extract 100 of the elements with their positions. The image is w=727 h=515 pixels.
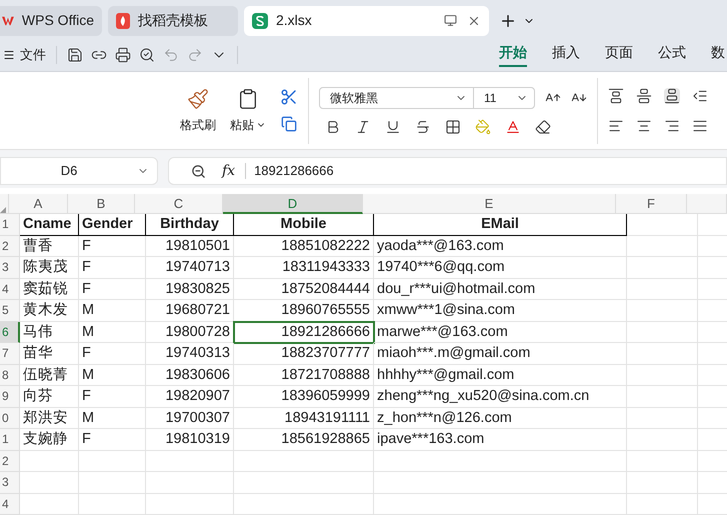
table-cell: M	[79, 300, 146, 322]
table-cell	[627, 300, 698, 322]
align-top-icon[interactable]	[608, 88, 624, 104]
row-header[interactable]: 2	[0, 450, 20, 472]
column-header[interactable]: B	[68, 194, 135, 214]
ribbon-tab[interactable]: 页面	[605, 42, 633, 67]
row-header[interactable]: 3	[0, 472, 20, 494]
table-cell: F	[79, 343, 146, 364]
table-cell: 支婉静	[20, 429, 79, 450]
table-cell: 19830606	[146, 364, 234, 386]
column-title: EMail	[374, 214, 627, 236]
document-tab[interactable]: 找稻壳模板	[108, 6, 238, 36]
save-icon[interactable]	[67, 46, 83, 62]
table-cell: 18752084444	[234, 278, 374, 300]
table-cell	[79, 494, 146, 515]
table-cell	[627, 278, 698, 300]
row-header[interactable]: 5	[0, 300, 20, 322]
document-tab[interactable]: WPS Office	[0, 6, 102, 36]
borders-icon[interactable]	[445, 118, 461, 134]
column-title: Mobile	[234, 214, 374, 236]
row-header[interactable]: 7	[0, 343, 20, 364]
table-cell	[627, 322, 698, 343]
row-header[interactable]: 1	[0, 429, 20, 450]
fill-color-icon[interactable]	[475, 118, 491, 134]
table-cell	[627, 364, 698, 386]
table-cell: M	[79, 322, 146, 343]
table-cell	[20, 494, 79, 515]
fx-label: fx	[222, 162, 236, 180]
table-cell: 19830825	[146, 278, 234, 300]
table-cell: ipave***163.com	[374, 429, 627, 450]
table-cell: M	[79, 408, 146, 429]
table-cell: 伍晓菁	[20, 364, 79, 386]
table-cell: 19820907	[146, 386, 234, 408]
table-cell: 19810319	[146, 429, 234, 450]
zoom-out-icon[interactable]	[191, 164, 206, 178]
table-cell: F	[79, 429, 146, 450]
table-cell	[627, 450, 698, 472]
file-menu[interactable]: 文件	[20, 44, 46, 64]
row-header[interactable]: 2	[0, 236, 20, 257]
copy-icon[interactable]	[281, 116, 297, 132]
table-cell: dou_r***ui@hotmail.com	[374, 278, 627, 300]
table-cell: z_hon***n@126.com	[374, 408, 627, 429]
underline-icon[interactable]	[385, 118, 401, 134]
table-cell: 19680721	[146, 300, 234, 322]
print-preview-icon[interactable]	[139, 46, 155, 62]
table-cell	[20, 472, 79, 494]
monitor-icon[interactable]	[444, 14, 457, 27]
row-header[interactable]: 4	[0, 494, 20, 515]
table-cell: 18311943333	[234, 257, 374, 278]
document-tab[interactable]: 2.xlsx	[244, 6, 489, 36]
row-header[interactable]: 3	[0, 257, 20, 278]
name-box[interactable]: D6	[0, 157, 158, 185]
scissors-icon[interactable]	[280, 88, 298, 106]
table-cell: 19810501	[146, 236, 234, 257]
align-middle-icon[interactable]	[636, 88, 652, 104]
table-cell: 19740713	[146, 257, 234, 278]
column-header[interactable]: E	[363, 194, 616, 214]
align-bottom-icon[interactable]	[664, 88, 680, 104]
triangle-icon	[0, 207, 6, 213]
table-cell: 18823707777	[234, 343, 374, 364]
paste-icon[interactable]	[237, 88, 259, 110]
table-cell: 苗华	[20, 343, 79, 364]
table-cell	[79, 472, 146, 494]
table-cell: yaoda***@163.com	[374, 236, 627, 257]
table-cell: 向芬	[20, 386, 79, 408]
table-cell: 18921286666	[234, 322, 374, 343]
font-color-icon[interactable]	[505, 118, 521, 134]
row-header[interactable]: 4	[0, 278, 20, 300]
ribbon-tab[interactable]: 公式	[658, 42, 686, 67]
format-painter-icon[interactable]	[187, 88, 209, 110]
row-header[interactable]: 0	[0, 408, 20, 429]
row-header[interactable]: 6	[0, 322, 20, 343]
flame-logo-icon	[116, 12, 130, 28]
ribbon-tab[interactable]: 插入	[552, 42, 580, 67]
column-header[interactable]: F	[616, 194, 687, 214]
ribbon-tab[interactable]: 数	[711, 42, 725, 67]
print-icon[interactable]	[115, 46, 131, 62]
table-cell: xmww***1@sina.com	[374, 300, 627, 322]
strikethrough-icon[interactable]	[415, 118, 431, 134]
tab-label: 2.xlsx	[276, 11, 312, 30]
italic-icon[interactable]	[355, 118, 371, 134]
eraser-icon[interactable]	[535, 118, 551, 134]
table-cell	[627, 257, 698, 278]
row-header[interactable]: 1	[0, 214, 20, 236]
paste-label[interactable]: 粘贴	[230, 116, 254, 134]
format-painter-label[interactable]: 格式刷	[180, 116, 216, 134]
row-header[interactable]: 8	[0, 364, 20, 386]
table-cell	[627, 494, 698, 515]
table-cell: M	[79, 364, 146, 386]
formula-bar[interactable]: fx 18921286666	[168, 157, 727, 185]
menu-icon[interactable]	[3, 48, 15, 60]
column-title: Birthday	[146, 214, 234, 236]
table-cell: marwe***@163.com	[374, 322, 627, 343]
row-header[interactable]: 9	[0, 386, 20, 408]
table-cell: F	[79, 257, 146, 278]
table-cell: 19800728	[146, 322, 234, 343]
ribbon-tab[interactable]: 开始	[499, 42, 527, 67]
table-cell: 郑洪安	[20, 408, 79, 429]
table-cell	[627, 236, 698, 257]
column-header[interactable]: D	[223, 194, 363, 214]
